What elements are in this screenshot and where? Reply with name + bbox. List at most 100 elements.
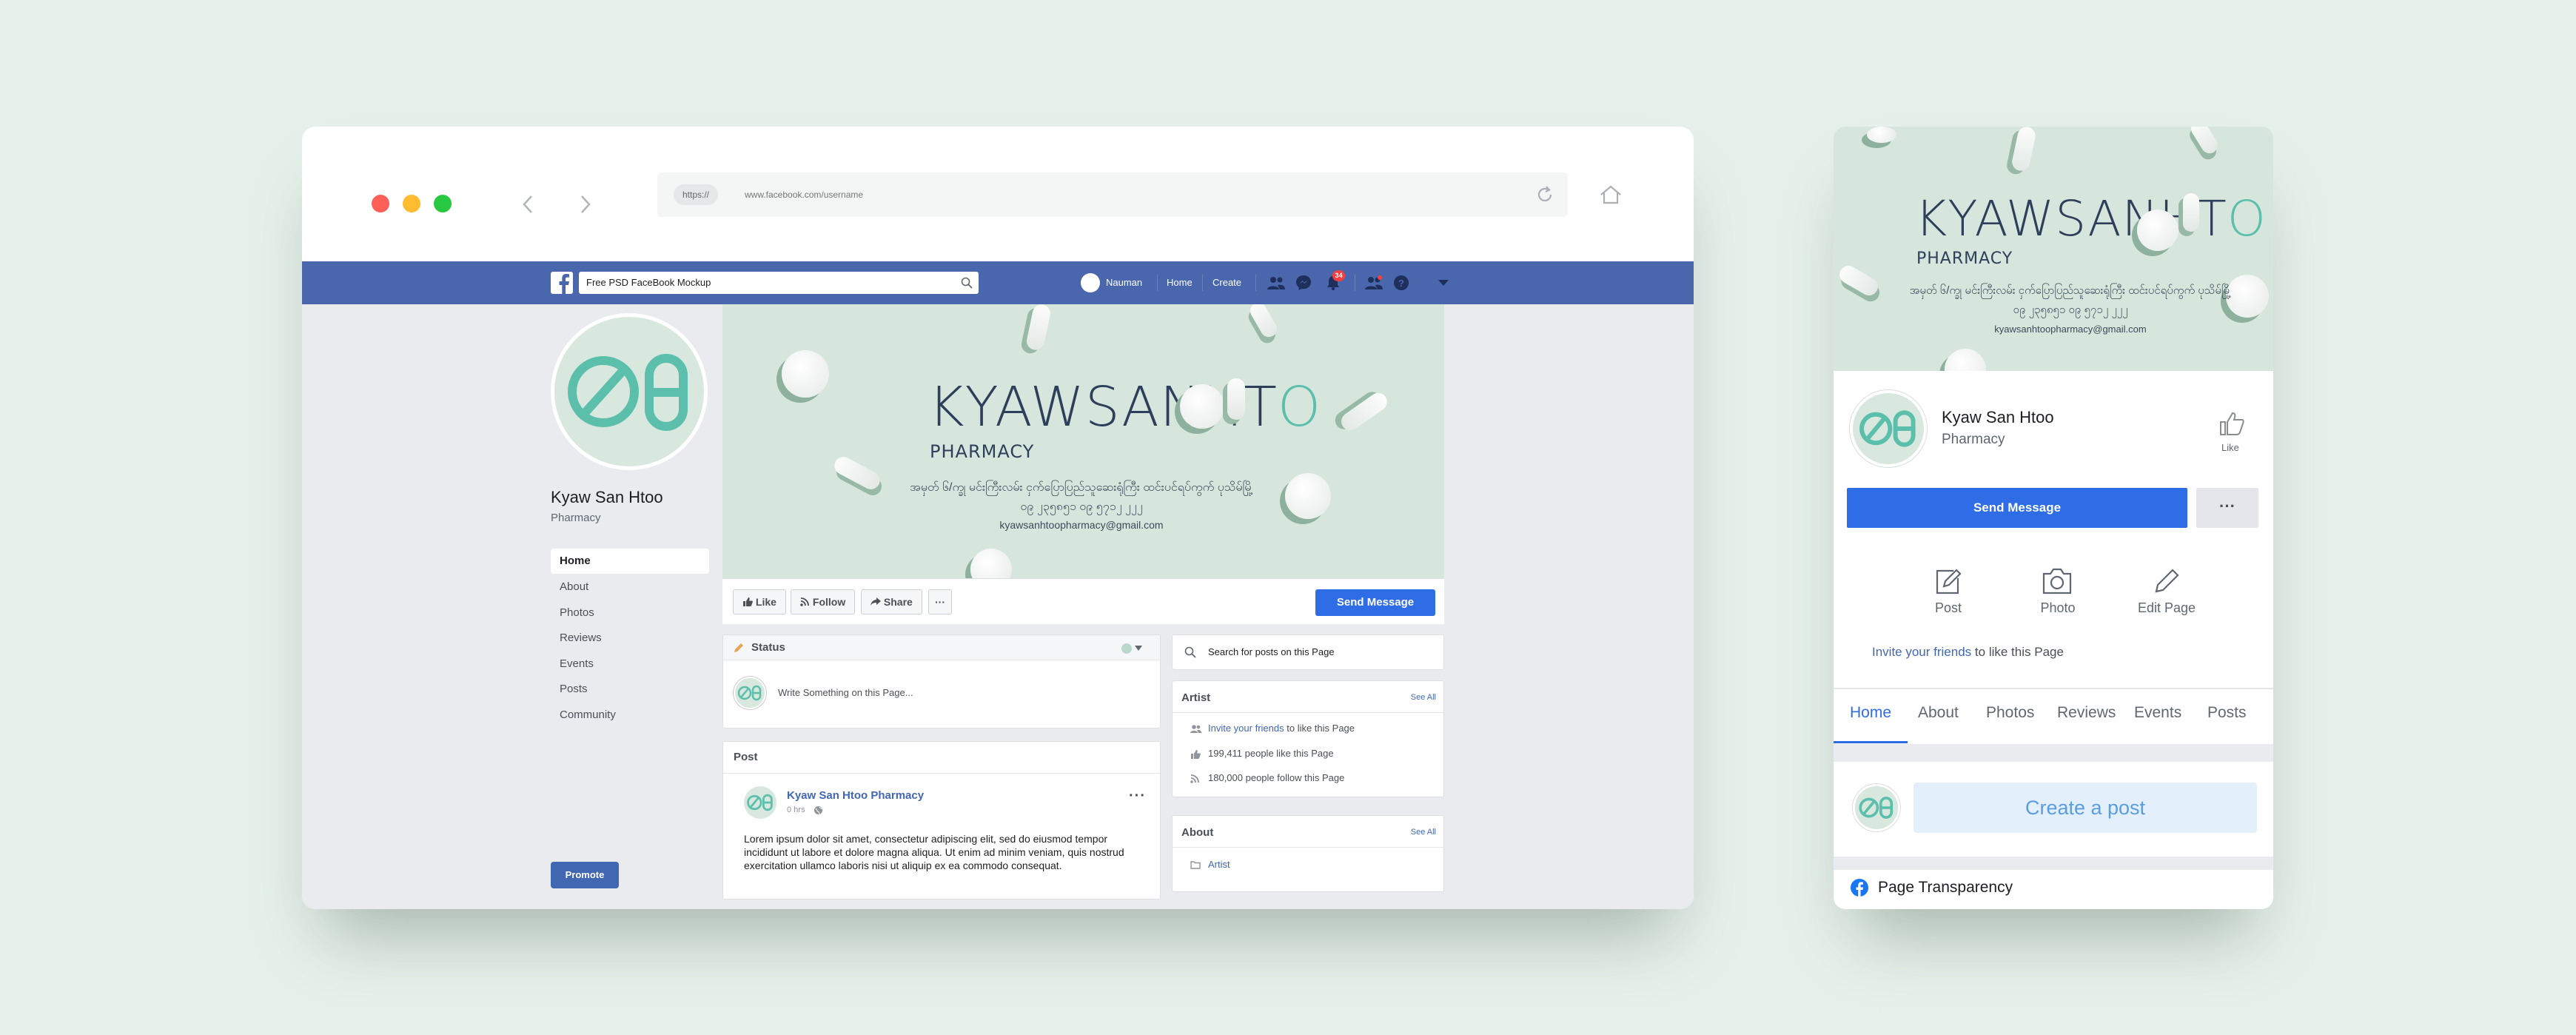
follow-button[interactable]: Follow [791,589,856,614]
user-avatar[interactable] [1081,273,1100,292]
like-button[interactable]: Like [733,589,786,614]
reload-icon[interactable] [1535,185,1554,204]
mobile-like-icon[interactable] [2218,411,2245,436]
facebook-navbar: Free PSD FaceBook Mockup Nauman Home Cre… [302,261,1694,304]
post-as-caret-icon[interactable] [1135,646,1142,651]
mobile-like-label: Like [2221,442,2239,453]
mobile-tab-events[interactable]: Events [2134,704,2181,722]
account-menu-caret-icon[interactable] [1438,279,1449,287]
round-tablet [1180,384,1224,429]
post-compose-icon[interactable] [1933,566,1964,596]
nav-posts[interactable]: Posts [551,677,709,702]
mobile-send-message-button[interactable]: Send Message [1847,488,2187,528]
promote-button[interactable]: Promote [551,862,619,888]
mobile-tab-reviews[interactable]: Reviews [2057,704,2116,722]
nav-events[interactable]: Events [551,652,709,677]
see-all-link[interactable]: See All [1411,693,1436,702]
post-time[interactable]: 0 hrs [787,805,805,814]
rss-icon [1190,774,1200,783]
divider [1173,712,1443,713]
post-author-avatar[interactable] [744,786,777,819]
share-button[interactable]: Share [861,589,922,614]
user-name-link[interactable]: Nauman [1106,261,1142,304]
mobile-more-button[interactable]: ··· [2196,488,2258,528]
page-roles-icon[interactable] [1365,275,1383,290]
mobile-create-post-input[interactable]: Create a post [1913,783,2257,833]
send-message-button[interactable]: Send Message [1315,589,1435,616]
cover-brand: KYAWSANHTO [928,375,1321,439]
close-window-button[interactable] [372,195,389,212]
search-icon[interactable] [961,277,973,289]
nav-photos[interactable]: Photos [551,600,709,626]
post-author-link[interactable]: Kyaw San Htoo Pharmacy [787,789,924,802]
home-icon[interactable] [1599,183,1623,207]
pharmacy-logo-icon [1859,410,1916,447]
divider [1202,275,1203,291]
address-bar[interactable]: https:// www.facebook.com/username [657,172,1568,217]
cover-subtitle: PHARMACY [930,441,1035,462]
artist-card: Artist See All Invite your friends to li… [1172,680,1444,797]
round-tablet [1285,473,1331,519]
share-arrow-icon [871,597,881,606]
page-follows-count: 180,000 people follow this Page [1208,772,1345,783]
facebook-search-input[interactable]: Free PSD FaceBook Mockup [579,272,979,294]
mobile-tab-home[interactable]: Home [1850,704,1891,722]
maximize-window-button[interactable] [434,195,452,212]
mobile-tab-photos[interactable]: Photos [1986,704,2034,722]
mobile-cover-photo[interactable]: KYAWSANHTO PHARMACY အမှတ် ၆/က္ခု မင်းကြီ… [1834,127,2273,371]
nav-community[interactable]: Community [551,703,709,728]
home-link[interactable]: Home [1167,261,1193,304]
divider [1173,847,1443,848]
minimize-window-button[interactable] [403,195,420,212]
thumbs-up-icon [1190,749,1201,759]
profile-picture[interactable] [551,313,708,470]
mobile-tab-posts[interactable]: Posts [2207,704,2247,722]
nav-reviews[interactable]: Reviews [551,626,709,651]
facebook-page-content: Kyaw San Htoo Pharmacy Home About Photos… [302,304,1694,909]
back-arrow-icon[interactable] [521,195,534,214]
invite-friends-link[interactable]: Invite your friends [1208,723,1284,734]
friends-icon[interactable] [1267,275,1285,290]
help-icon[interactable]: ? [1393,275,1409,291]
pharmacy-logo-icon [1859,797,1894,819]
mobile-composer-avatar [1853,784,1900,831]
edit-pencil-icon[interactable] [2152,566,2181,596]
invite-friends-icon [1190,724,1201,734]
section-separator [1834,857,2273,870]
about-category-link[interactable]: Artist [1208,859,1230,870]
mobile-profile-picture[interactable] [1850,390,1927,467]
url-text: www.facebook.com/username [745,190,864,200]
capsule-pill [1836,262,1882,299]
nav-about[interactable]: About [551,575,709,600]
page-search-placeholder: Search for posts on this Page [1208,646,1335,657]
create-link[interactable]: Create [1212,261,1241,304]
mobile-cover-address: အမှတ် ၆/က္ခု မင်းကြီးလမ်း ငှက်ပြောပြည်သူ… [1909,284,2232,297]
cover-address: အမှတ် ၆/က္ခု မင်းကြီးလမ်း ငှက်ပြောပြည်သူ… [910,481,1253,494]
mobile-frame: KYAWSANHTO PHARMACY အမှတ် ၆/က္ခု မင်းကြီ… [1834,127,2273,909]
camera-icon[interactable] [2041,566,2073,596]
page-avatar-small[interactable] [1121,643,1132,654]
share-label: Share [883,596,913,608]
post-section-title: Post [734,751,758,763]
messenger-icon[interactable] [1295,275,1312,291]
svg-text:?: ? [1398,278,1404,289]
mobile-invite-link[interactable]: Invite your friends [1872,645,1971,659]
mobile-cover-subtitle: PHARMACY [1916,249,2013,268]
facebook-logo-icon[interactable] [551,272,573,294]
forward-arrow-icon[interactable] [579,195,592,214]
cover-photo[interactable]: KYAWSANHTO PHARMACY အမှတ် ၆/က္ခု မင်းကြီ… [722,304,1444,578]
like-label: Like [755,596,777,608]
capsule-pill [1024,304,1053,352]
page-transparency-link[interactable]: Page Transparency [1878,879,2013,897]
page-search-input[interactable]: Search for posts on this Page [1172,634,1444,670]
search-value: Free PSD FaceBook Mockup [586,277,711,288]
nav-home[interactable]: Home [551,549,709,574]
more-options-button[interactable]: ··· [928,589,952,614]
status-input[interactable]: Write Something on this Page... [778,687,913,698]
post-options-button[interactable]: ··· [1129,788,1146,805]
post-card: Post Kyaw San Htoo Pharmacy 0 hrs ··· Lo… [722,741,1161,900]
mobile-cover-brand-text: KYAWSANHT [1915,190,2227,247]
mobile-tab-about[interactable]: About [1918,704,1959,722]
pharmacy-logo-icon [568,354,688,431]
see-all-link[interactable]: See All [1411,828,1436,837]
